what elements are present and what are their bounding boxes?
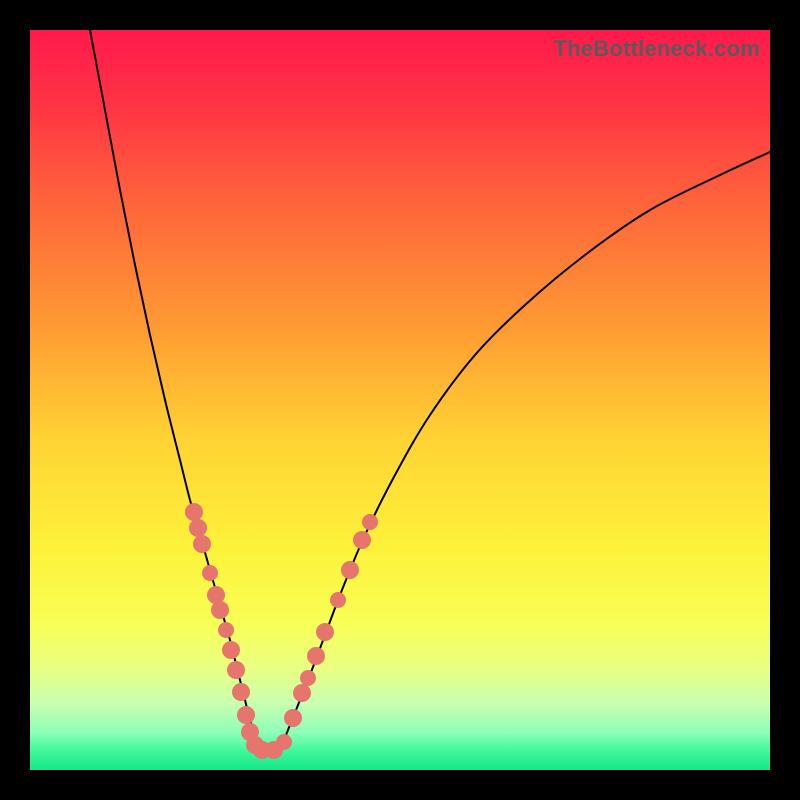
data-point — [330, 592, 346, 608]
chart-svg — [30, 30, 770, 770]
data-point — [237, 706, 255, 724]
data-point — [341, 561, 359, 579]
data-point — [193, 535, 211, 553]
data-point — [189, 519, 207, 537]
curve-group — [90, 30, 770, 750]
data-point — [202, 565, 218, 581]
data-point — [307, 647, 325, 665]
data-point — [316, 623, 334, 641]
data-point — [293, 684, 311, 702]
data-point — [185, 503, 203, 521]
data-point — [232, 683, 250, 701]
data-point — [227, 661, 245, 679]
curve-right-branch — [280, 152, 770, 750]
data-point — [284, 709, 302, 727]
data-point — [276, 734, 292, 750]
data-point — [218, 622, 234, 638]
marker-group — [185, 503, 378, 759]
data-point — [211, 601, 229, 619]
data-point — [362, 514, 378, 530]
data-point — [300, 670, 316, 686]
chart-frame: TheBottleneck.com — [0, 0, 800, 800]
data-point — [222, 641, 240, 659]
plot-area: TheBottleneck.com — [30, 30, 770, 770]
data-point — [353, 531, 371, 549]
